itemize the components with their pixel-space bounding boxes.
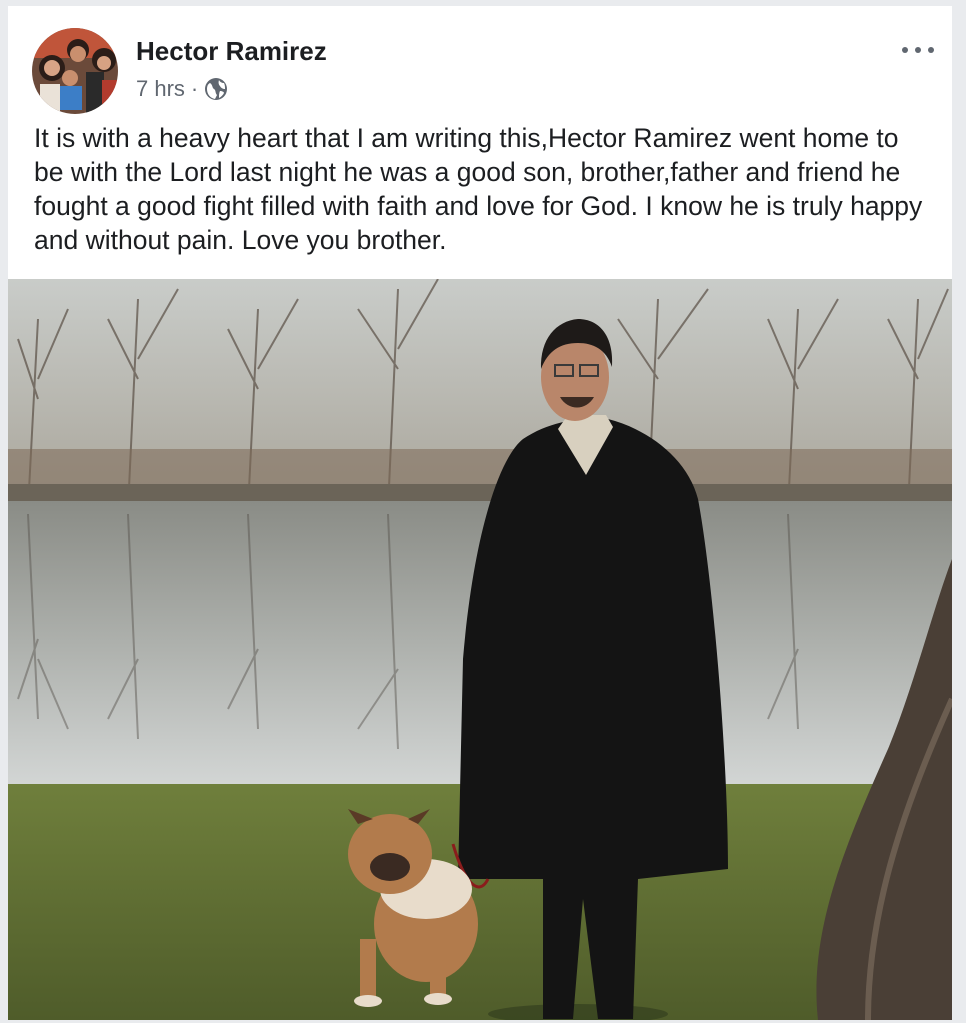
- meta-separator: ·: [190, 76, 199, 101]
- post-header: Hector Ramirez 7 hrs ·: [8, 6, 952, 116]
- post-text: It is with a heavy heart that I am writi…: [34, 123, 923, 255]
- globe-icon[interactable]: [204, 77, 228, 101]
- post-meta: 7 hrs ·: [136, 76, 228, 102]
- post-photo[interactable]: [8, 278, 952, 1020]
- post-card: Hector Ramirez 7 hrs · It is with a heav…: [8, 6, 952, 1020]
- author-name[interactable]: Hector Ramirez: [136, 36, 327, 67]
- avatar[interactable]: [32, 28, 118, 114]
- post-time[interactable]: 7 hrs: [136, 76, 185, 102]
- more-options-icon[interactable]: [902, 40, 934, 60]
